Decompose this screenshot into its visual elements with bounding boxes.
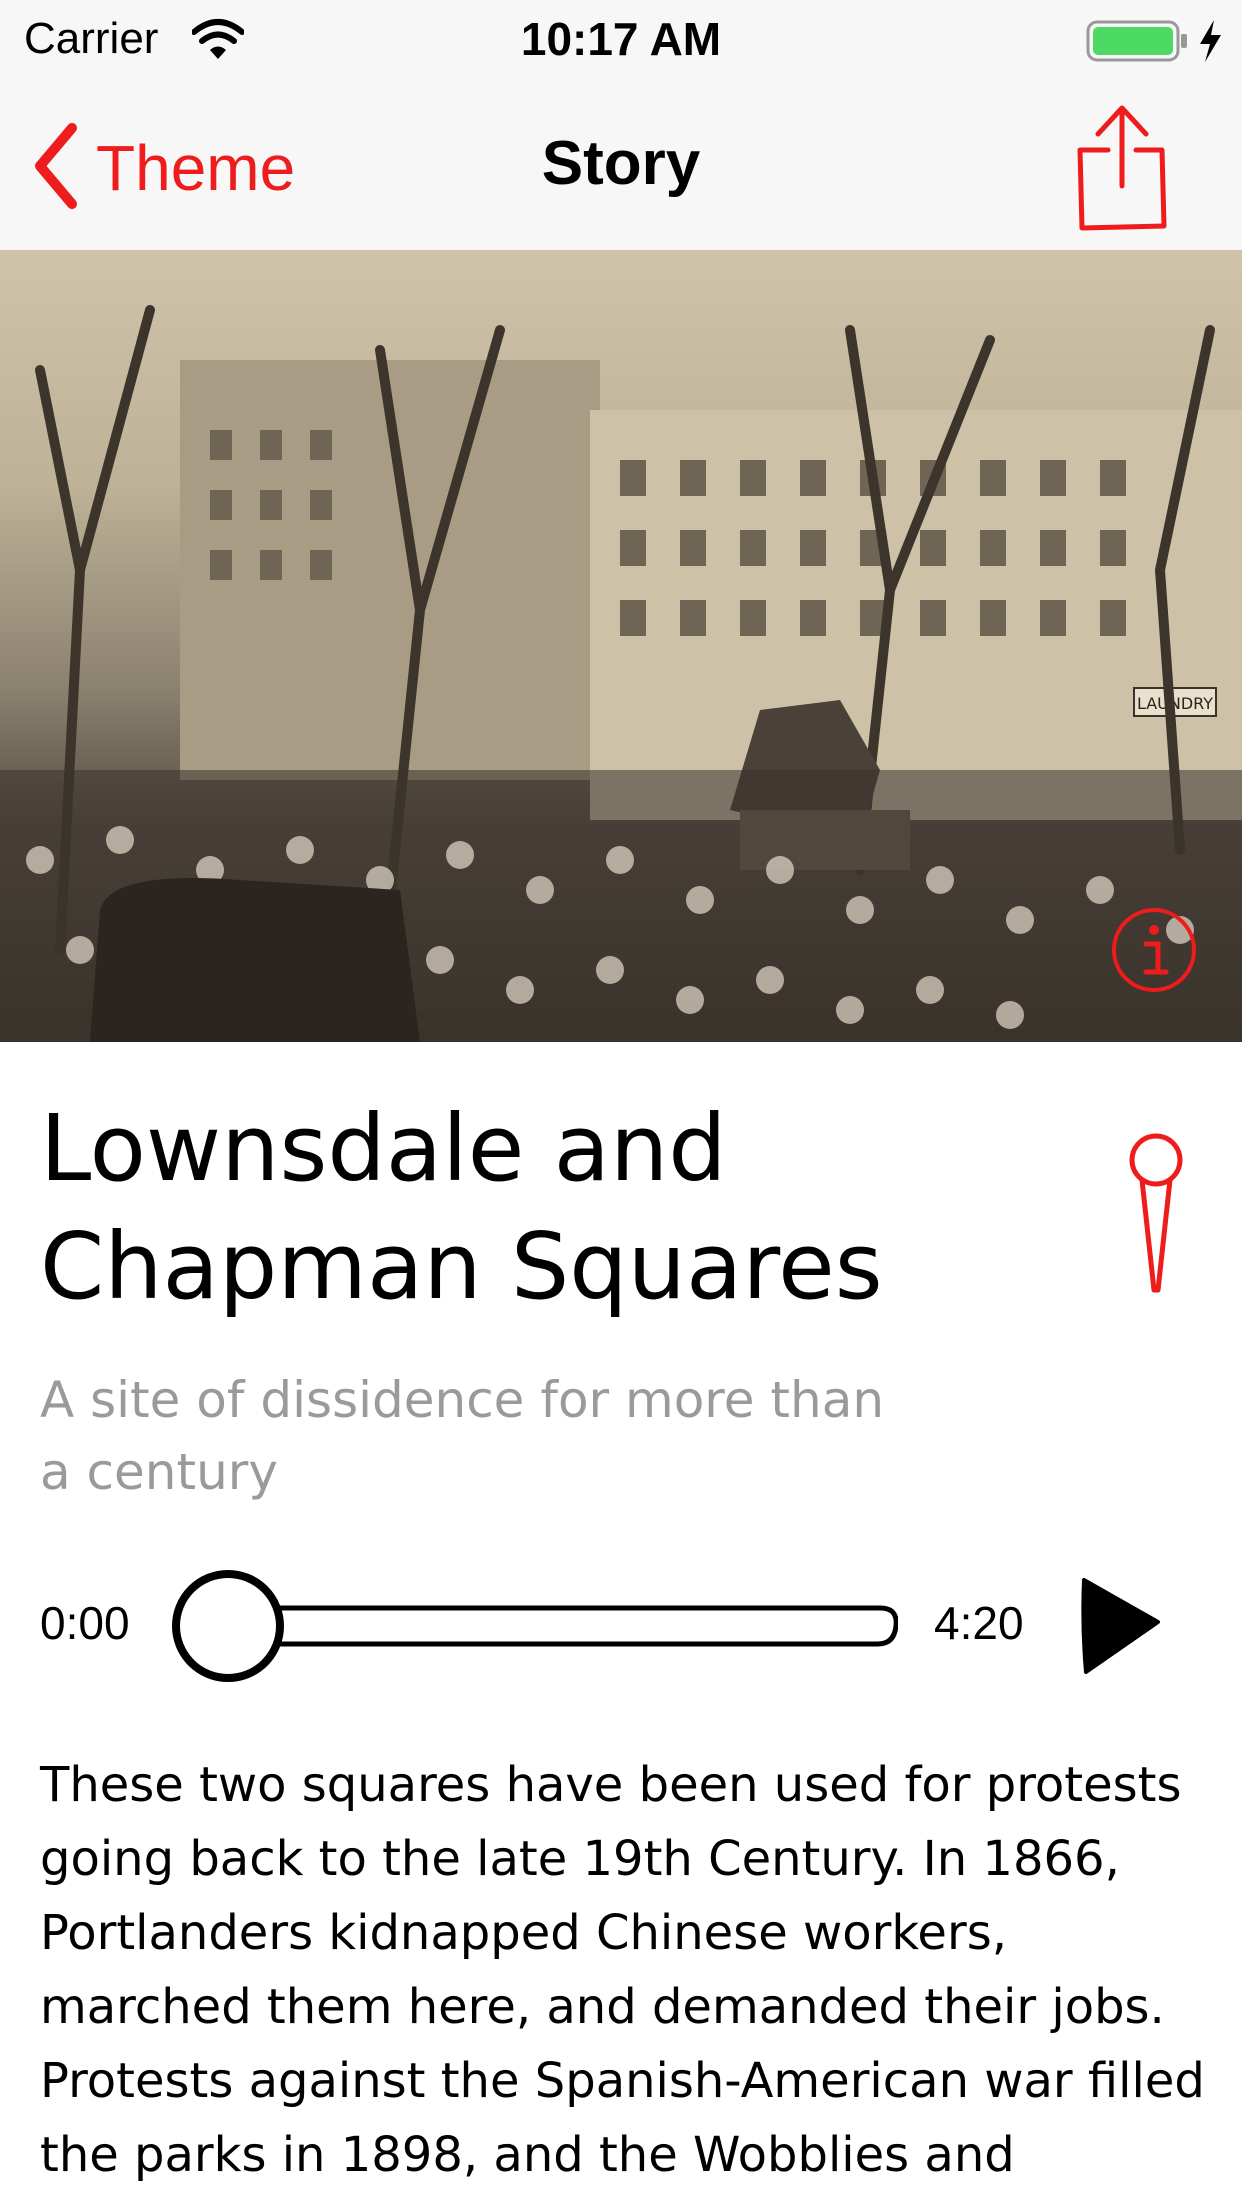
play-button[interactable] [1078, 1574, 1162, 1682]
charging-bolt-icon [1196, 18, 1224, 68]
scrubber-thumb[interactable] [172, 1570, 284, 1682]
story-body-text: These two squares have been used for pro… [40, 1757, 1205, 2183]
battery-icon [1086, 18, 1190, 68]
photo-info-button[interactable] [1110, 906, 1198, 998]
map-pin-icon [1129, 1133, 1183, 1293]
status-time: 10:17 AM [520, 13, 722, 65]
audio-player: 0:00 4:20 [0, 1566, 1242, 1686]
play-icon [1081, 1578, 1160, 1674]
story-subtitle: A site of dissidence for more than a cen… [40, 1371, 885, 1501]
page-title: Story [541, 129, 701, 198]
hero-photo: LAUNDRY [0, 250, 1242, 1042]
map-pin-button[interactable] [1124, 1130, 1188, 1298]
story-title: Lownsdale and Chapman Squares [40, 1095, 883, 1320]
hero-photo-illustration: LAUNDRY [0, 305, 1242, 1042]
duration-time: 4:20 [934, 1597, 1024, 1649]
status-bar: Carrier 10:17 AM [0, 0, 1242, 84]
audio-scrubber[interactable] [168, 1566, 899, 1690]
current-time: 0:00 [40, 1597, 130, 1649]
navigation-bar: Theme Story [0, 84, 1242, 251]
info-icon [1112, 908, 1196, 992]
share-button[interactable] [1072, 100, 1172, 236]
laundry-sign: LAUNDRY [1137, 694, 1213, 713]
